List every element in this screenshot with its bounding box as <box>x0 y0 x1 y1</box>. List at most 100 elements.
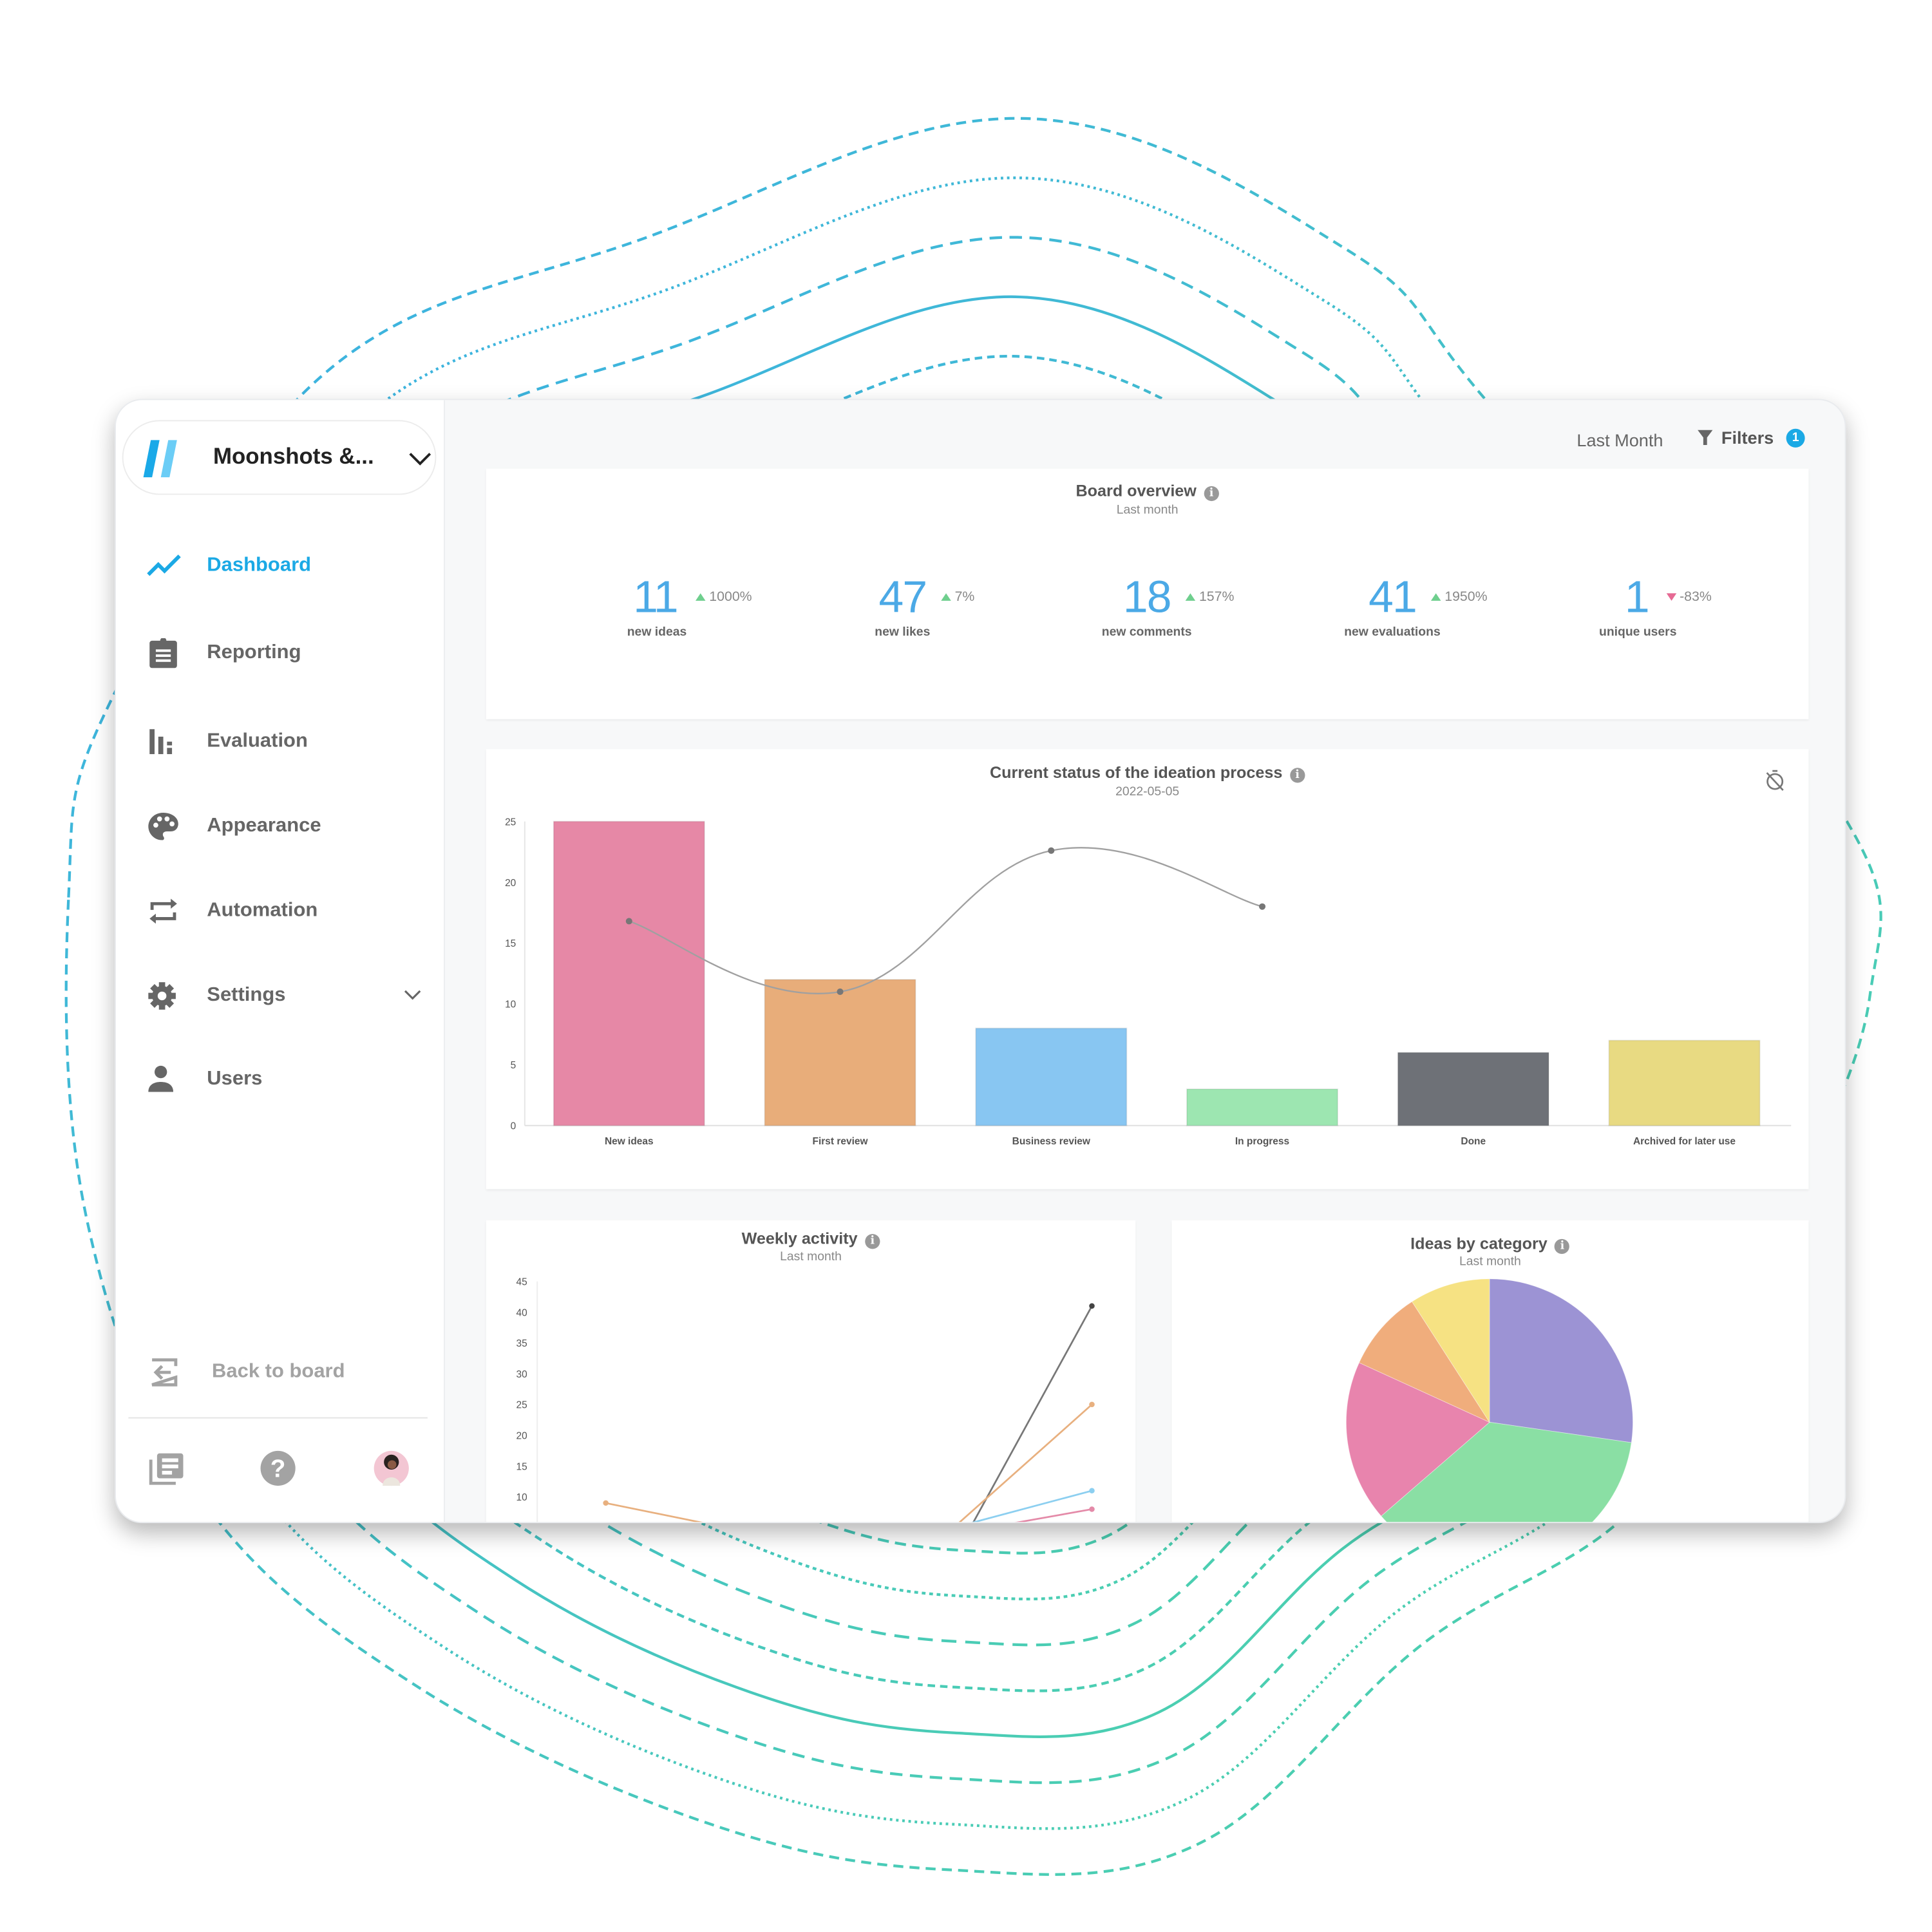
stage: Moonshots &... Dashboard Reporting Evalu… <box>0 0 1932 1932</box>
x-tick-label: Done <box>1461 1136 1486 1147</box>
main-content: Last Month Filters 1 Board overview i Las… <box>445 400 1845 1522</box>
kpi-delta-value: 1000% <box>709 589 752 605</box>
chevron-down-icon[interactable] <box>408 449 433 469</box>
point-series-orange[interactable] <box>1089 1401 1095 1408</box>
overlay-line-point[interactable] <box>1258 903 1266 910</box>
sidebar-item-dashboard[interactable]: Dashboard <box>146 547 432 585</box>
sidebar-item-automation[interactable]: Automation <box>146 893 432 930</box>
kpi-value: 1 <box>1624 571 1650 622</box>
trend-line-icon <box>146 551 183 580</box>
y-tick-label: 15 <box>505 938 516 949</box>
sidebar-item-label: Dashboard <box>207 554 312 576</box>
arrow-up-icon <box>1430 593 1441 601</box>
sidebar-item-evaluation[interactable]: Evaluation <box>146 723 432 761</box>
y-tick-label: 20 <box>516 1431 527 1442</box>
bar-first-review[interactable] <box>764 979 916 1126</box>
period-selector[interactable]: Last Month <box>1577 430 1663 450</box>
svg-text:?: ? <box>270 1455 286 1483</box>
bar-business-review[interactable] <box>975 1027 1128 1126</box>
kpi-label: unique users <box>1599 625 1677 639</box>
ideation-status-card: Current status of the ideation process i … <box>486 749 1809 1189</box>
line-series-blue <box>971 1490 1092 1522</box>
user-icon <box>146 1065 183 1094</box>
y-tick-label: 25 <box>505 817 516 828</box>
sidebar-item-users[interactable]: Users <box>146 1061 432 1098</box>
workspace-name: Moonshots &... <box>213 444 374 469</box>
arrow-down-icon <box>1665 593 1676 601</box>
clipboard-icon <box>146 638 183 668</box>
y-tick-label: 20 <box>505 878 516 889</box>
ideas-by-category-card: Ideas by category i Last month <box>1171 1220 1809 1522</box>
bar-in-progress[interactable] <box>1186 1088 1339 1126</box>
filters-button[interactable]: Filters 1 <box>1696 427 1805 448</box>
y-tick-label: 15 <box>516 1461 527 1472</box>
logo-icon <box>143 440 177 478</box>
kpi-value: 41 <box>1368 571 1417 622</box>
workspace-selector[interactable]: Moonshots &... <box>122 420 437 495</box>
info-icon[interactable]: i <box>1204 486 1219 502</box>
kpi-delta-value: 157% <box>1198 589 1235 605</box>
x-tick-label: Archived for later use <box>1633 1136 1736 1147</box>
news-icon[interactable] <box>148 1450 185 1487</box>
kpi-new-likes: 47 7% new likes <box>778 571 1027 645</box>
y-tick-label: 45 <box>516 1277 527 1288</box>
kpi-value: 18 <box>1122 571 1172 622</box>
kpi-delta: 157% <box>1185 589 1235 605</box>
filter-icon <box>1698 430 1713 445</box>
back-to-board-button[interactable]: Back to board <box>148 1354 435 1391</box>
help-icon[interactable]: ? <box>260 1450 297 1487</box>
avatar[interactable] <box>373 1450 410 1487</box>
y-tick-label: 0 <box>511 1121 516 1132</box>
point-series-blue[interactable] <box>1089 1488 1095 1494</box>
bar-done[interactable] <box>1397 1052 1549 1126</box>
pie-slice[interactable] <box>1489 1278 1633 1443</box>
weekly-activity-card: Weekly activity i Last month 10 15 20 25 30 35… <box>486 1220 1136 1522</box>
y-tick-label: 35 <box>516 1338 527 1349</box>
ideation-status-chart: 0 5 10 15 20 25 New ideas First review Business … <box>505 817 1792 1147</box>
chevron-down-icon[interactable] <box>402 987 422 1002</box>
kpi-new-ideas: 11 1000% new ideas <box>532 571 781 645</box>
kpi-delta: 7% <box>941 589 974 605</box>
sidebar-item-label: Appearance <box>207 815 321 837</box>
kpi-label: new likes <box>875 625 931 639</box>
kpi-delta: 1950% <box>1430 589 1488 605</box>
sidebar-item-settings[interactable]: Settings <box>146 977 432 1014</box>
ideas-by-category-chart <box>1345 1278 1633 1522</box>
weekly-activity-chart: 10 15 20 25 30 35 40 45 <box>516 1277 1095 1522</box>
kpi-label: new ideas <box>627 625 687 639</box>
sidebar-item-label: Reporting <box>207 641 301 663</box>
line-series-orange <box>605 1403 1093 1522</box>
kpi-delta: -83% <box>1665 589 1712 605</box>
filters-count-badge: 1 <box>1786 428 1805 447</box>
kpi-delta-value: 1950% <box>1444 589 1488 605</box>
sidebar: Moonshots &... Dashboard Reporting Evalu… <box>116 400 445 1522</box>
sidebar-item-appearance[interactable]: Appearance <box>146 808 432 845</box>
y-tick-label: 10 <box>516 1492 527 1503</box>
point-series-orange[interactable] <box>603 1500 609 1506</box>
arrow-up-icon <box>1185 593 1196 601</box>
kpi-new-evaluations: 41 1950% new evaluations <box>1267 571 1517 645</box>
bar-chart-icon <box>146 726 183 756</box>
bar-new-ideas[interactable] <box>553 820 705 1126</box>
point-series-pink[interactable] <box>1089 1506 1095 1512</box>
line-series-gray <box>972 1305 1093 1522</box>
x-tick-label: In progress <box>1235 1136 1289 1147</box>
y-tick-label: 40 <box>516 1307 527 1318</box>
gear-icon <box>146 981 183 1010</box>
overlay-line-point[interactable] <box>837 988 844 995</box>
back-to-board-label: Back to board <box>212 1361 345 1383</box>
sidebar-item-label: Evaluation <box>207 730 308 752</box>
app-window: Moonshots &... Dashboard Reporting Evalu… <box>115 399 1846 1524</box>
sidebar-divider <box>128 1417 428 1419</box>
bar-archived-for-later-use[interactable] <box>1608 1039 1761 1126</box>
kpi-delta-value: -83% <box>1680 589 1712 605</box>
point-series-gray[interactable] <box>1089 1303 1095 1309</box>
overlay-line-point[interactable] <box>1048 847 1055 854</box>
repeat-icon <box>146 896 183 926</box>
overlay-line-point[interactable] <box>625 918 632 925</box>
y-tick-label: 10 <box>505 999 516 1010</box>
filters-label: Filters <box>1721 427 1774 448</box>
x-tick-label: First review <box>813 1136 869 1147</box>
exit-arrow-icon <box>151 1358 178 1387</box>
sidebar-item-reporting[interactable]: Reporting <box>146 634 432 672</box>
